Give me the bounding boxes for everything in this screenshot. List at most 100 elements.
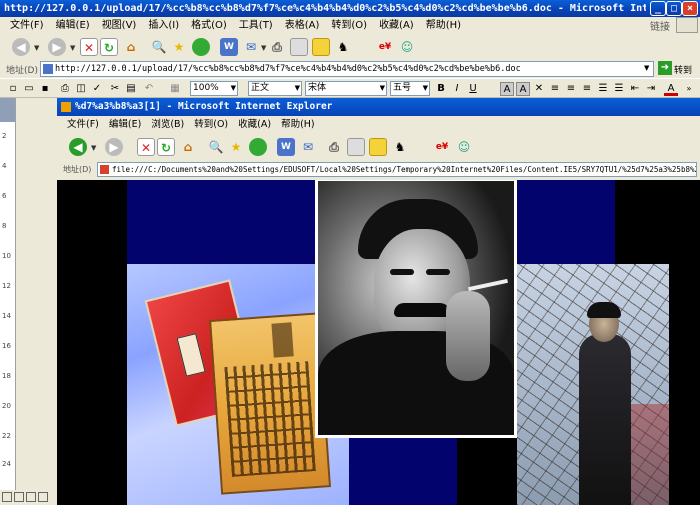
user-icon[interactable]: ☺ [455, 138, 473, 156]
align-left-icon[interactable]: ≡ [548, 82, 562, 96]
chevron-down-icon[interactable]: ▼ [91, 144, 96, 152]
links-label[interactable]: 链接 [650, 18, 670, 33]
stop-icon[interactable]: ✕ [80, 38, 98, 56]
inner-menu-browse[interactable]: 浏览(B) [146, 117, 189, 133]
char-scale-icon[interactable]: ✕ [532, 82, 546, 96]
messenger-icon[interactable]: ♞ [391, 138, 409, 156]
web-view-icon[interactable] [14, 492, 24, 502]
user-icon[interactable]: ☺ [398, 38, 416, 56]
menu-help[interactable]: 帮助(H) [420, 17, 467, 34]
forward-icon[interactable]: ▶ [105, 138, 123, 156]
menu-favorites[interactable]: 收藏(A) [373, 17, 420, 34]
increase-indent-icon[interactable]: ⇥ [644, 82, 658, 96]
table-icon[interactable]: ▦ [168, 82, 182, 96]
cut-icon[interactable]: ✂ [108, 82, 122, 96]
menu-file[interactable]: 文件(F) [4, 17, 50, 34]
search-icon[interactable]: 🔍 [150, 38, 168, 56]
print-icon[interactable]: ⎙ [325, 138, 343, 156]
home-icon[interactable]: ⌂ [179, 138, 197, 156]
favorites-icon[interactable]: ★ [170, 38, 188, 56]
save-icon[interactable]: ▪ [38, 82, 52, 96]
chevron-down-icon: ▼ [294, 84, 300, 92]
spelling-icon[interactable]: ✓ [90, 82, 104, 96]
mail-icon[interactable]: ✉ [242, 38, 260, 56]
edit-icon[interactable] [290, 38, 308, 56]
word-icon[interactable]: W [220, 38, 238, 56]
menu-goto[interactable]: 转到(O) [325, 17, 373, 34]
back-icon[interactable]: ◀ [12, 38, 30, 56]
char-shading-button[interactable]: A [516, 82, 530, 96]
zoom-select[interactable]: 100% ▼ [190, 81, 238, 96]
font-size-select[interactable]: 五号 ▼ [390, 81, 430, 96]
chevron-down-icon: ▼ [422, 84, 428, 92]
undo-icon[interactable]: ↶ [142, 82, 156, 96]
history-icon[interactable] [192, 38, 210, 56]
bold-button[interactable]: B [434, 82, 448, 96]
close-button[interactable]: × [682, 1, 698, 16]
chevron-down-icon[interactable]: ▼ [644, 64, 649, 72]
menu-table[interactable]: 表格(A) [279, 17, 326, 34]
normal-view-icon[interactable] [2, 492, 12, 502]
translate-icon[interactable]: e¥ [376, 38, 394, 56]
home-icon[interactable]: ⌂ [122, 38, 140, 56]
highlight-button[interactable]: A [500, 82, 514, 96]
underline-button[interactable]: U [466, 82, 480, 96]
mail-icon[interactable]: ✉ [299, 138, 317, 156]
stop-icon[interactable]: ✕ [137, 138, 155, 156]
edit-icon[interactable] [347, 138, 365, 156]
align-right-icon[interactable]: ≡ [580, 82, 594, 96]
go-arrow-icon[interactable]: ➜ [658, 61, 672, 75]
font-color-button[interactable]: A [664, 82, 678, 96]
decrease-indent-icon[interactable]: ⇤ [628, 82, 642, 96]
toolbar-options-icon[interactable]: » [682, 82, 696, 96]
outline-view-icon[interactable] [38, 492, 48, 502]
inner-menu-edit[interactable]: 编辑(E) [104, 117, 146, 133]
discuss-icon[interactable] [369, 138, 387, 156]
menu-tools[interactable]: 工具(T) [233, 17, 279, 34]
refresh-icon[interactable]: ↻ [100, 38, 118, 56]
chevron-down-icon[interactable]: ▼ [261, 44, 266, 52]
forward-icon[interactable]: ▶ [48, 38, 66, 56]
translate-icon[interactable]: e¥ [433, 138, 451, 156]
address-input[interactable]: http://127.0.0.1/upload/17/%cc%b8%cc%b8%… [40, 61, 654, 77]
numbering-icon[interactable]: ☰ [596, 82, 610, 96]
menu-format[interactable]: 格式(O) [185, 17, 233, 34]
menu-insert[interactable]: 插入(I) [142, 17, 185, 34]
ppt-file-icon [100, 165, 109, 174]
inner-menu-goto[interactable]: 转到(O) [189, 117, 233, 133]
inner-menu-favorites[interactable]: 收藏(A) [233, 117, 276, 133]
inner-address-input[interactable]: file:///C:/Documents%20and%20Settings/ED… [97, 162, 697, 177]
history-icon[interactable] [249, 138, 267, 156]
chevron-down-icon[interactable]: ▼ [34, 44, 39, 52]
inner-address-label: 地址(D) [63, 165, 92, 174]
inner-menu-file[interactable]: 文件(F) [57, 117, 104, 133]
menu-edit[interactable]: 编辑(E) [50, 17, 96, 34]
preview-icon[interactable]: ◫ [74, 82, 88, 96]
discuss-icon[interactable] [312, 38, 330, 56]
open-folder-icon[interactable]: ▭ [22, 82, 36, 96]
paste-icon[interactable]: ▤ [124, 82, 138, 96]
refresh-icon[interactable]: ↻ [157, 138, 175, 156]
favorites-icon[interactable]: ★ [227, 138, 245, 156]
chevron-down-icon[interactable]: ▼ [70, 44, 75, 52]
inner-menu-help[interactable]: 帮助(H) [276, 117, 320, 133]
bullets-icon[interactable]: ☰ [612, 82, 626, 96]
windows-logo-icon [676, 17, 698, 33]
align-center-icon[interactable]: ≡ [564, 82, 578, 96]
new-document-icon[interactable]: ▫ [6, 82, 20, 96]
maximize-button[interactable]: □ [666, 1, 682, 16]
search-icon[interactable]: 🔍 [207, 138, 225, 156]
back-icon[interactable]: ◀ [69, 138, 87, 156]
print-icon[interactable]: ⎙ [268, 38, 286, 56]
word-icon[interactable]: W [277, 138, 295, 156]
font-select[interactable]: 宋体 ▼ [305, 81, 387, 96]
print-view-icon[interactable] [26, 492, 36, 502]
italic-button[interactable]: I [450, 82, 464, 96]
messenger-icon[interactable]: ♞ [334, 38, 352, 56]
print-icon[interactable]: ⎙ [58, 82, 72, 96]
minimize-button[interactable]: _ [650, 1, 666, 16]
menu-view[interactable]: 视图(V) [96, 17, 143, 34]
style-select[interactable]: 正文 ▼ [248, 81, 302, 96]
go-button[interactable]: 转到 [674, 63, 692, 76]
slide-canvas [57, 180, 700, 505]
